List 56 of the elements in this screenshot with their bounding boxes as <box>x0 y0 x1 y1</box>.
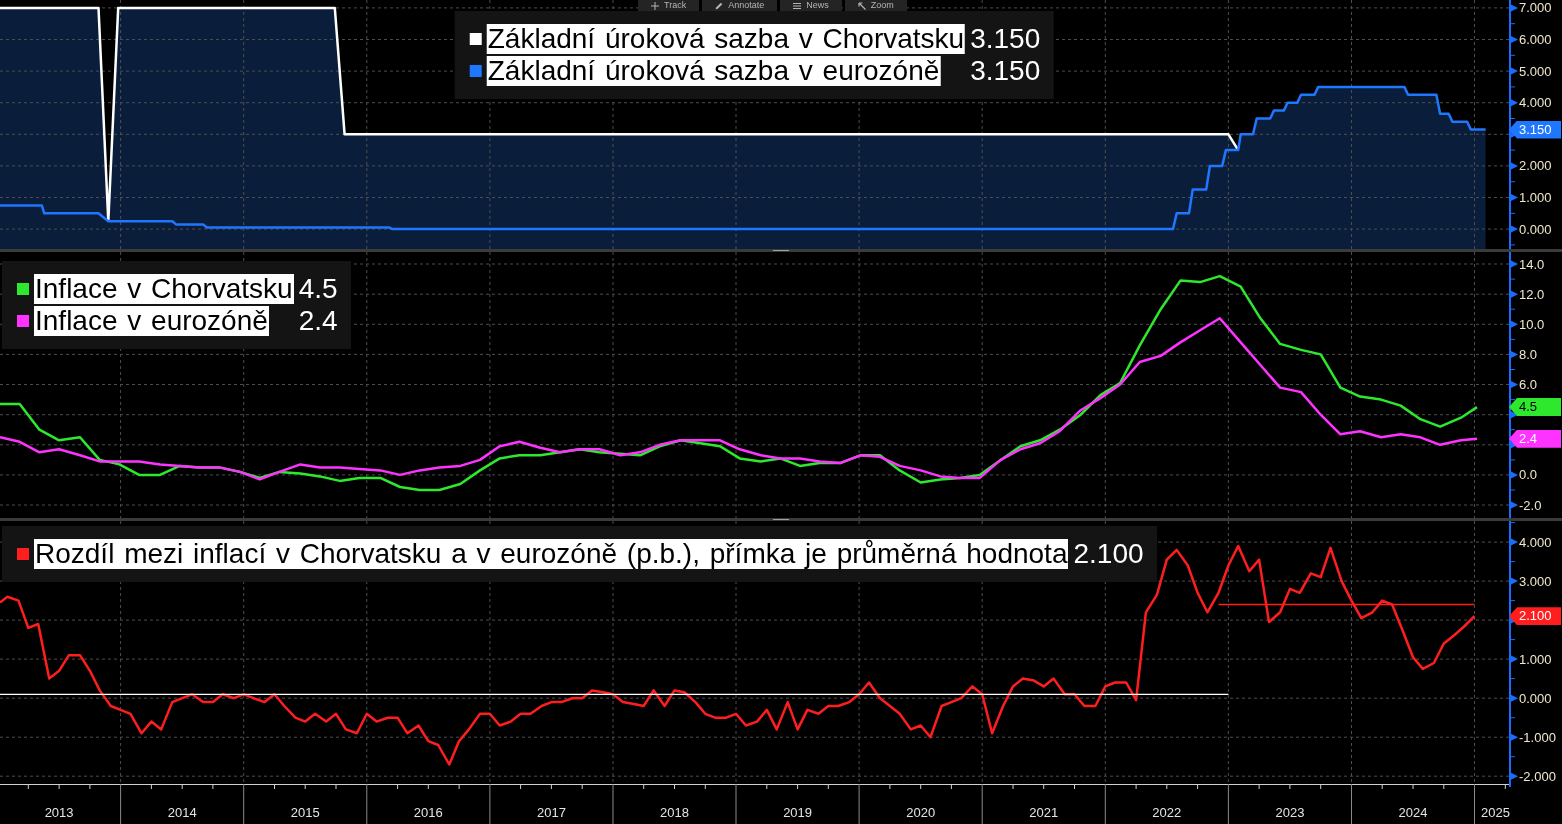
value-tag: 3.150 <box>1509 120 1561 139</box>
legend-value: 3.150 <box>970 24 1041 54</box>
axis-label: 4.000 <box>1519 534 1552 550</box>
axis-label: 2017 <box>536 805 566 820</box>
axis-label: 7.000 <box>1519 0 1552 16</box>
list-icon <box>793 1 802 10</box>
resize-handle[interactable] <box>773 250 789 251</box>
axis-label: 14.0 <box>1519 256 1545 272</box>
axis-label: 2023 <box>1275 805 1305 820</box>
axis-label: -2.0 <box>1519 497 1542 513</box>
legend-value: 3.150 <box>970 56 1041 86</box>
axis-label: 2021 <box>1029 805 1059 820</box>
axis-label: 1.000 <box>1519 190 1552 205</box>
legend-label: Základní úroková sazba v Chorvatsku <box>486 24 966 54</box>
axis-label: 2018 <box>660 805 689 820</box>
value-tag: 2.4 <box>1509 429 1561 448</box>
toolbar-button[interactable]: Track <box>638 0 700 11</box>
axis-label: 2019 <box>783 805 813 820</box>
axis-label: 2014 <box>167 805 197 820</box>
axis-label: -1.000 <box>1519 729 1556 745</box>
axis-label: 12.0 <box>1519 286 1545 302</box>
axis-label: -2.000 <box>1519 768 1556 784</box>
axis-label: 5.000 <box>1519 63 1552 79</box>
crosshair-icon <box>651 1 659 10</box>
legend-label: Inflace v eurozóně <box>34 306 269 336</box>
axis-label: 2.000 <box>1519 158 1552 174</box>
axis-label: 0.000 <box>1519 690 1552 706</box>
axis-label: 0.000 <box>1519 221 1552 237</box>
value-tag: 2.100 <box>1509 607 1561 626</box>
axis-label: 0.0 <box>1519 467 1538 483</box>
axis-label: 2022 <box>1152 805 1182 820</box>
legend-label: Rozdíl mezi inflací v Chorvatsku a v eurozóně (p.b.), přímka je průměrná hodnota <box>34 539 1069 569</box>
axis-label: 6.000 <box>1519 32 1552 47</box>
axis-label: 8.0 <box>1519 346 1538 362</box>
legend-label: Inflace v Chorvatsku <box>34 274 294 304</box>
legend-value: 2.100 <box>1073 539 1144 569</box>
toolbar-button[interactable]: Zoom <box>844 0 907 11</box>
resize-handle[interactable] <box>773 519 789 520</box>
axis-label: 4.000 <box>1519 95 1552 111</box>
legend-label: Základní úroková sazba v eurozóně <box>486 56 941 86</box>
value-tag: 4.5 <box>1509 398 1561 417</box>
axis-label: 2016 <box>413 805 443 820</box>
axis-label: 2025 <box>1481 805 1510 820</box>
arrow-icon <box>857 1 866 10</box>
axis-label: 6.0 <box>1519 377 1538 392</box>
toolbar-button[interactable]: News <box>780 0 842 11</box>
legend-value: 2.4 <box>298 306 338 336</box>
axis-label: 2015 <box>290 805 320 820</box>
axis-label: 1.000 <box>1519 651 1552 667</box>
legend-value: 4.5 <box>298 274 338 304</box>
toolbar-button[interactable]: Annotate <box>702 0 778 11</box>
axis-label: 2024 <box>1398 805 1428 820</box>
axis-label: 3.000 <box>1519 573 1552 589</box>
axis-label: 2020 <box>906 805 936 820</box>
axis-label: 10.0 <box>1519 316 1545 332</box>
axis-label: 2013 <box>44 805 74 820</box>
